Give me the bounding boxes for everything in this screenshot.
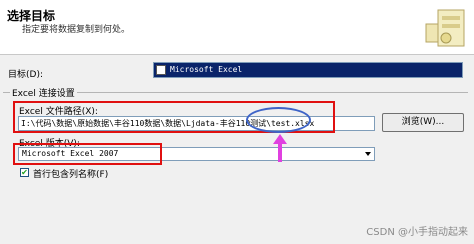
page-subtitle: 指定要将数据复制到何处。 [22, 25, 131, 35]
annotation-arrow-icon [273, 134, 287, 162]
first-row-headers-checkbox[interactable]: ✔ [20, 168, 29, 177]
version-highlight-box [13, 143, 162, 165]
browse-button[interactable]: 浏览(W)... [382, 113, 464, 132]
destination-provider-icon [156, 65, 166, 75]
chevron-down-icon[interactable] [365, 152, 371, 156]
destination-select-value: Microsoft Excel [170, 65, 243, 74]
destination-select[interactable]: Microsoft Excel [153, 62, 463, 78]
wizard-graphic-icon [425, 9, 465, 47]
filename-highlight-ellipse [246, 107, 311, 133]
watermark: CSDN @小手指动起来 [366, 227, 468, 238]
connection-group-title: Excel 连接设置 [10, 86, 77, 99]
first-row-headers-label: 首行包含列名称(F) [33, 170, 109, 180]
wizard-header: 选择目标 指定要将数据复制到何处。 [0, 0, 474, 55]
destination-label: 目标(D): [8, 70, 43, 80]
